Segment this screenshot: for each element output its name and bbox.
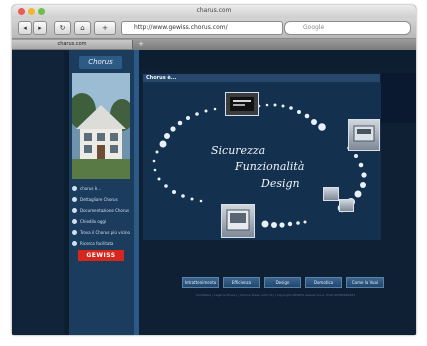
socket-product-image[interactable] xyxy=(339,199,354,212)
main-content: Chorus è... Sicurezza Funzionalità Desig… xyxy=(140,69,416,335)
circle-icon xyxy=(72,241,77,246)
hero-panel: Sicurezza Funzionalità Design xyxy=(143,82,381,240)
tab-bar: charus.com + xyxy=(12,39,416,50)
switch-product-image[interactable] xyxy=(323,187,339,201)
nav-item-label: Documentazione Chorus xyxy=(80,208,130,213)
window-title: charus.com xyxy=(196,7,232,14)
circle-icon xyxy=(72,219,77,224)
nav-item-label: Trova il Chorus più vicino xyxy=(80,230,130,235)
nav-item-dettagliare[interactable]: Dettagliare Chorus xyxy=(72,195,132,204)
design-button[interactable]: Design xyxy=(264,277,301,288)
reload-button[interactable]: ↻ xyxy=(54,21,71,35)
circle-icon xyxy=(72,197,77,202)
nav-item-label: Ricerca facilitata xyxy=(80,241,114,246)
touchscreen-product-image[interactable] xyxy=(221,204,255,238)
home-button[interactable]: ⌂ xyxy=(74,21,91,35)
tagline-funzionalita: Funzionalità xyxy=(235,160,305,173)
chorus-logo[interactable]: Chorus xyxy=(79,56,122,69)
house-photo xyxy=(72,73,130,179)
nav-item-ricerca[interactable]: Ricerca facilitata xyxy=(72,239,132,248)
nav-item-documentazione[interactable]: Documentazione Chorus xyxy=(72,206,132,215)
domotica-button[interactable]: Domotica xyxy=(305,277,342,288)
nav-item-chorus-e[interactable]: chorus è... xyxy=(72,184,132,193)
forward-button[interactable]: ▸ xyxy=(33,21,47,35)
tagline-design: Design xyxy=(261,177,300,190)
nav-item-label: Chiedilo oggi xyxy=(80,219,107,224)
bookmark-button[interactable]: + xyxy=(94,21,116,35)
circle-icon xyxy=(72,208,77,213)
web-page: Chorus chorus è... Dettagliare Chorus Do… xyxy=(12,50,416,335)
dark-panel xyxy=(381,73,416,123)
circle-icon xyxy=(72,186,77,191)
gewiss-logo[interactable]: GEWISS xyxy=(78,250,124,261)
nav-item-chiedilo[interactable]: Chiedilo oggi xyxy=(72,217,132,226)
browser-window: charus.com ◂ ▸ ↻ ⌂ + http://www.gewiss.c… xyxy=(12,5,416,335)
address-text: http://www.gewiss.chorus.com/ xyxy=(134,24,228,31)
thermostat-product-image[interactable] xyxy=(225,92,259,116)
title-bar: charus.com xyxy=(12,5,416,18)
search-input[interactable]: Google xyxy=(284,21,411,35)
tagline-sicurezza: Sicurezza xyxy=(211,144,266,157)
site-footer: Contattaci | Legal & Privacy | Chorus Pr… xyxy=(195,293,356,297)
nav-item-trova[interactable]: Trova il Chorus più vicino xyxy=(72,228,132,237)
come-la-vuoi-button[interactable]: Come la Vuoi xyxy=(346,277,384,288)
circle-icon xyxy=(72,230,77,235)
nav-item-label: Dettagliare Chorus xyxy=(80,197,118,202)
new-tab-button[interactable]: + xyxy=(136,40,146,49)
browser-toolbar: ◂ ▸ ↻ ⌂ + http://www.gewiss.chorus.com/ … xyxy=(12,18,416,39)
page-title: Chorus è... xyxy=(143,74,380,82)
efficienza-button[interactable]: Efficienza xyxy=(223,277,260,288)
feature-buttons: Intrattenimento Efficienza Design Domoti… xyxy=(182,277,384,288)
site-sidebar: Chorus chorus è... Dettagliare Chorus Do… xyxy=(69,50,134,335)
tab-charus[interactable]: charus.com xyxy=(12,40,133,49)
page-margin xyxy=(12,50,64,335)
address-bar[interactable]: http://www.gewiss.chorus.com/ xyxy=(121,21,283,35)
site-nav: chorus è... Dettagliare Chorus Documenta… xyxy=(72,184,132,250)
panel-product-image[interactable] xyxy=(348,119,380,151)
sidebar-divider xyxy=(134,50,139,335)
back-button[interactable]: ◂ xyxy=(18,21,32,35)
nav-item-label: chorus è... xyxy=(80,186,101,191)
intrattenimento-button[interactable]: Intrattenimento xyxy=(182,277,219,288)
search-placeholder: Google xyxy=(303,24,325,31)
